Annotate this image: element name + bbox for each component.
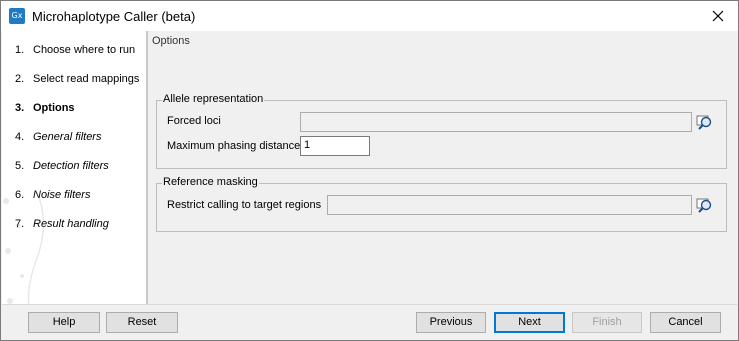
close-button[interactable] xyxy=(698,1,738,31)
step-number: 5. xyxy=(15,160,25,172)
group-legend: Reference masking xyxy=(162,176,259,188)
step-label: Options xyxy=(33,102,75,114)
step-general-filters: 4. General filters xyxy=(15,131,101,143)
dialog-window: Gx Microhaplotype Caller (beta) 1. Choose… xyxy=(0,0,739,341)
app-icon: Gx xyxy=(9,8,25,24)
browse-magnifier-icon xyxy=(696,198,712,213)
window-title: Microhaplotype Caller (beta) xyxy=(32,9,196,24)
browse-magnifier-icon xyxy=(696,115,712,130)
cancel-button[interactable]: Cancel xyxy=(650,312,721,333)
step-number: 2. xyxy=(15,73,25,85)
reference-masking-group: Reference masking Restrict calling to ta… xyxy=(156,176,727,232)
step-number: 1. xyxy=(15,44,25,56)
step-number: 4. xyxy=(15,131,25,143)
title-bar[interactable]: Gx Microhaplotype Caller (beta) xyxy=(1,1,738,31)
max-phasing-distance-input[interactable]: 1 xyxy=(300,136,370,156)
panel-title: Options xyxy=(152,35,190,47)
forced-loci-label: Forced loci xyxy=(167,115,221,127)
step-label: Choose where to run xyxy=(33,44,136,56)
step-label: Detection filters xyxy=(33,160,109,172)
help-button[interactable]: Help xyxy=(28,312,100,333)
previous-button[interactable]: Previous xyxy=(416,312,486,333)
forced-loci-field[interactable] xyxy=(300,112,692,132)
footer-separator xyxy=(2,304,737,305)
reset-button[interactable]: Reset xyxy=(106,312,178,333)
watermark-graphic xyxy=(3,190,45,304)
allele-representation-group: Allele representation Forced loci Maximu… xyxy=(156,93,727,169)
step-number: 3. xyxy=(15,102,25,114)
options-panel: Options Allele representation Forced loc… xyxy=(148,31,737,304)
next-button[interactable]: Next xyxy=(494,312,565,333)
group-legend: Allele representation xyxy=(162,93,265,105)
step-label: Select read mappings xyxy=(33,73,140,85)
step-label: General filters xyxy=(33,131,102,143)
step-options: 3. Options xyxy=(15,102,75,114)
forced-loci-browse-button[interactable] xyxy=(695,112,715,132)
finish-button[interactable]: Finish xyxy=(572,312,642,333)
restrict-target-regions-browse-button[interactable] xyxy=(695,195,715,215)
close-icon xyxy=(712,10,724,22)
step-detection-filters: 5. Detection filters xyxy=(15,160,109,172)
restrict-target-regions-label: Restrict calling to target regions xyxy=(167,199,322,211)
step-select-read-mappings: 2. Select read mappings xyxy=(15,73,139,85)
max-phasing-distance-label: Maximum phasing distance xyxy=(167,140,301,152)
wizard-steps-sidebar: 1. Choose where to run 2. Select read mapp… xyxy=(2,31,146,304)
step-choose-where-to-run: 1. Choose where to run xyxy=(15,44,135,56)
restrict-target-regions-field[interactable] xyxy=(327,195,692,215)
